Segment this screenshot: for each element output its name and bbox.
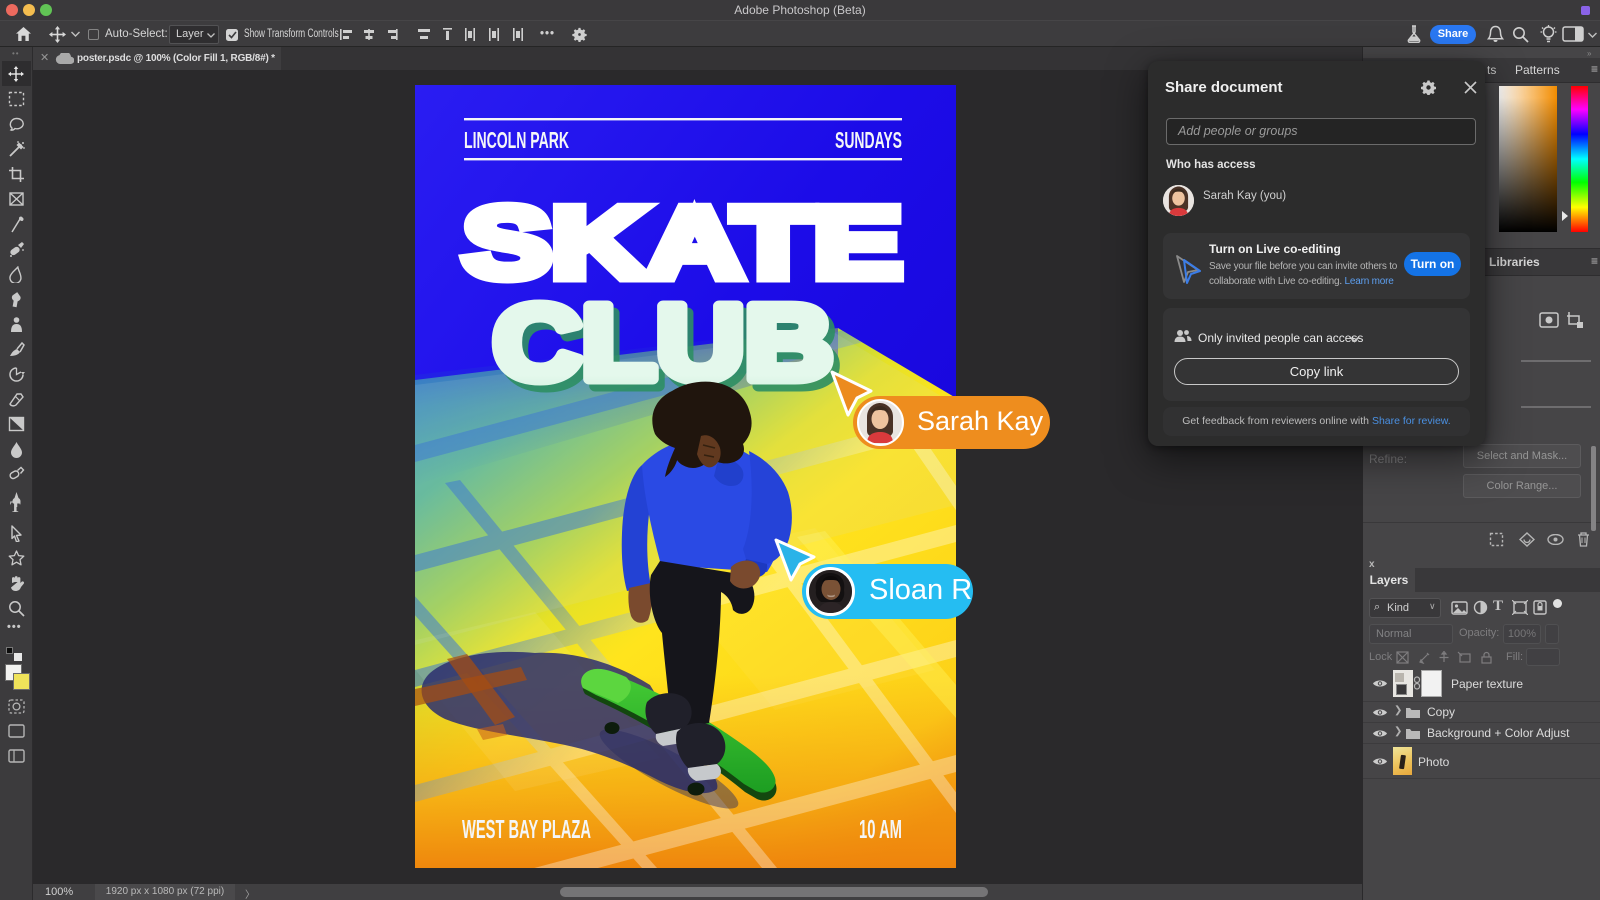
svg-text:CLUB: CLUB — [493, 284, 833, 402]
svg-text:WEST BAY PLAZA: WEST BAY PLAZA — [462, 814, 591, 844]
svg-text:10 AM: 10 AM — [859, 814, 902, 844]
svg-text:SKATE: SKATE — [463, 187, 902, 299]
svg-text:LINCOLN PARK: LINCOLN PARK — [464, 127, 569, 153]
svg-text:SUNDAYS: SUNDAYS — [835, 127, 902, 153]
